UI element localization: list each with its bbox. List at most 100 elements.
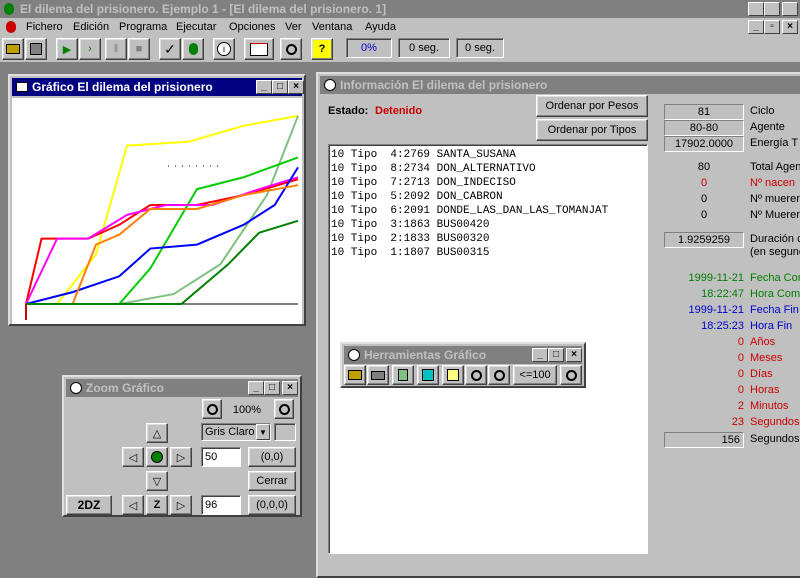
zoom-close-button[interactable]: × [282,381,298,395]
tools-window: Herramientas Gráfico _ □ × <=100 [340,342,586,388]
open-button[interactable] [2,38,24,60]
z-left-button[interactable]: ◁ [122,495,144,515]
chart-button[interactable] [244,38,274,60]
tools-image-button[interactable] [442,365,464,385]
menu-opciones[interactable]: Opciones [229,20,275,34]
menu-fichero[interactable]: Fichero [26,20,63,34]
magnify-plus-icon [565,369,577,381]
tools-close-button[interactable]: × [566,348,582,362]
minimize-button[interactable]: _ [748,2,764,16]
chevron-down-icon[interactable]: ▼ [256,424,270,440]
series-line-3 [25,178,299,305]
dias-label: Días [750,368,773,380]
graph-close-button[interactable]: × [288,80,304,94]
palette-select[interactable]: Gris Claro ▼ [201,423,271,441]
menu-programa[interactable]: Programa [119,20,167,34]
menu-edicion[interactable]: Edición [73,20,109,34]
child-close-button[interactable]: × [782,20,798,34]
mueren2-value: 0 [700,209,708,221]
app-icon [4,3,14,15]
list-item[interactable]: 10 Tipo 8:2734 DON_ALTERNATIVO [331,162,645,176]
zoom-window: Zoom Gráfico _ □ × 100% △ Gris Claro ▼ ◁ … [62,375,302,517]
pause-button[interactable]: ‖ [105,38,127,60]
zoom-minimize-button[interactable]: _ [248,381,264,395]
list-item[interactable]: 10 Tipo 5:2092 DON_CABRON [331,190,645,204]
bug-icon [188,43,198,55]
z-button[interactable]: Z [146,495,168,515]
segundos-total-value: 156 [664,432,744,448]
child-minimize-button[interactable]: _ [748,20,764,34]
list-item[interactable]: 10 Tipo 1:1807 BUS00315 [331,246,645,260]
tools-print-button[interactable] [367,365,389,385]
list-item[interactable]: 10 Tipo 6:2091 DONDE_LAS_DAN_LAS_TOMANJA… [331,204,645,218]
search-icon [285,43,297,55]
pan-right-button[interactable]: ▷ [170,447,192,467]
check-button[interactable]: ✓ [159,38,181,60]
info-window: Información El dilema del prisionero Est… [316,72,800,578]
list-item[interactable]: 10 Tipo 7:2713 DON_INDECISO [331,176,645,190]
list-item[interactable]: 10 Tipo 4:2769 SANTA_SUSANA [331,148,645,162]
duracion-label: Duración c [750,233,800,245]
tools-zoom-in-button[interactable] [465,365,487,385]
graph-maximize-button[interactable]: □ [272,80,288,94]
2dz-button[interactable]: 2DZ [66,495,112,515]
help-button[interactable]: ? [311,38,333,60]
run-button[interactable]: ▶ [56,38,78,60]
tools-minimize-button[interactable]: _ [532,348,548,362]
menu-ver[interactable]: Ver [285,20,302,34]
zoom-out-icon [206,403,218,415]
list-item[interactable]: 10 Tipo 2:1833 BUS00320 [331,232,645,246]
tools-maximize-button[interactable]: □ [548,348,564,362]
toolbar: ▶ › ‖ ■ ✓ i ? 0% 0 seg. 0 seg. [0,36,800,62]
zoom-out-button[interactable] [202,399,222,419]
tools-range-button[interactable]: <=100 [513,365,557,385]
list-item[interactable]: 10 Tipo 3:1863 BUS00420 [331,218,645,232]
total-label: Total Agen [750,161,800,173]
child-restore-button[interactable]: ▫ [764,20,780,34]
fecha-fin-value: 1999-11-21 [688,304,744,316]
total-value: 80 [697,161,711,173]
menu-ayuda[interactable]: Ayuda [365,20,396,34]
coord-button-2[interactable]: (0,0,0) [248,495,296,515]
zoom-field-2[interactable]: 96 [201,495,241,515]
pan-up-button[interactable]: △ [146,423,168,443]
pan-down-button[interactable]: ▽ [146,471,168,491]
info-window-icon [324,79,336,91]
step-button[interactable]: › [79,38,101,60]
tools-zoom-plus-button[interactable] [560,365,582,385]
tools-zoom-out-button[interactable] [488,365,510,385]
maximize-button[interactable]: ▫ [764,2,780,16]
zoom-field-1[interactable]: 50 [201,447,241,467]
save-button[interactable] [25,38,47,60]
z-right-button[interactable]: ▷ [170,495,192,515]
sort-by-types-button[interactable]: Ordenar por Tipos [536,119,648,141]
center-button[interactable] [146,447,168,467]
tools-copy-button[interactable] [417,365,439,385]
fecha-com-value: 1999-11-21 [688,272,744,284]
zoom-maximize-button[interactable]: □ [264,381,280,395]
coord-button-1[interactable]: (0,0) [248,447,296,467]
series-line-4 [25,176,299,305]
bug-button[interactable] [182,38,204,60]
menu-ventana[interactable]: Ventana [312,20,352,34]
zoom-close-action-button[interactable]: Cerrar [248,471,296,491]
graph-minimize-button[interactable]: _ [256,80,272,94]
app-title: El dilema del prisionero. Ejemplo 1 - [E… [20,2,387,16]
tools-open-button[interactable] [344,365,366,385]
zoom-in-button[interactable] [274,399,294,419]
stop-button[interactable]: ■ [128,38,150,60]
magnify-minus-icon [493,369,505,381]
menu-ejecutar[interactable]: Ejecutar [176,20,216,34]
color-swatch[interactable] [274,423,296,441]
anos-label: Años [750,336,776,348]
tools-clear-button[interactable] [392,365,414,385]
pan-left-button[interactable]: ◁ [122,447,144,467]
search-button[interactable] [280,38,302,60]
hora-com-label: Hora Comi [750,288,800,300]
tools-window-icon [348,349,360,361]
close-button[interactable]: × [782,2,798,16]
zoom-window-icon [70,382,82,394]
info-button[interactable]: i [213,38,235,60]
ciclo-value: 81 [664,104,744,120]
sort-by-weights-button[interactable]: Ordenar por Pesos [536,95,648,117]
